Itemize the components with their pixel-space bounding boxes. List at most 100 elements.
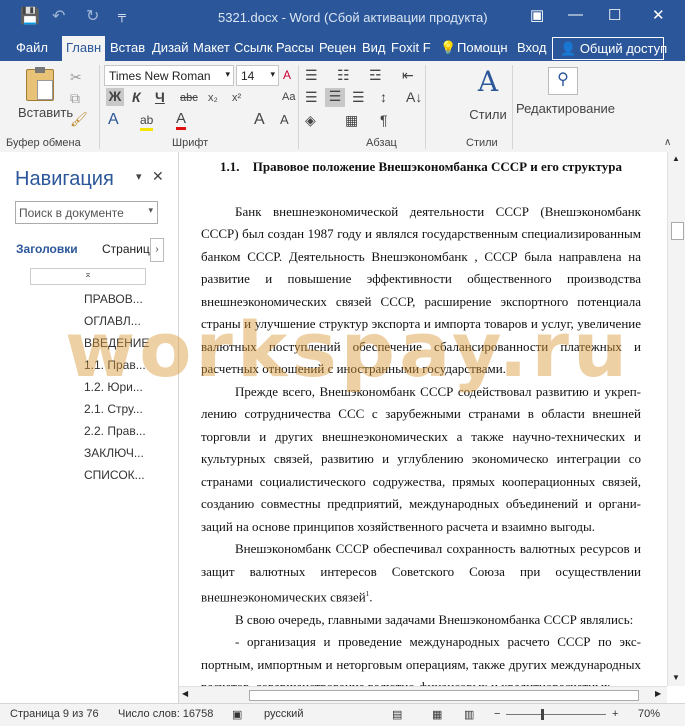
- scroll-right-icon[interactable]: ▶: [655, 689, 661, 698]
- tab-home[interactable]: Главн: [62, 36, 106, 61]
- nav-heading-item[interactable]: 1.2. Юри...: [84, 380, 143, 394]
- close-pane-icon[interactable]: ✕: [152, 168, 164, 184]
- read-mode-icon[interactable]: ▤: [392, 708, 402, 721]
- align-right-icon[interactable]: ☰: [352, 89, 365, 105]
- tab-design[interactable]: Дизай: [152, 40, 189, 55]
- cut-icon[interactable]: ✂: [70, 69, 82, 85]
- tab-file[interactable]: Файл: [16, 40, 48, 55]
- pilcrow-icon[interactable]: ¶: [380, 112, 388, 128]
- font-color-button[interactable]: A: [176, 111, 187, 130]
- scroll-up-icon[interactable]: ▲: [672, 154, 680, 163]
- h-scroll-thumb[interactable]: [249, 690, 639, 701]
- decrease-indent-icon[interactable]: ⇤: [402, 67, 414, 83]
- print-layout-icon[interactable]: ▦: [432, 708, 442, 721]
- justify-icon[interactable]: ☰: [325, 88, 345, 107]
- strikethrough-button[interactable]: abc: [180, 90, 198, 106]
- sign-in-link[interactable]: Вход: [517, 40, 546, 55]
- scroll-left-icon[interactable]: ◀: [182, 689, 188, 698]
- paragraph: Банк внешнеэкономической деятельности СС…: [201, 203, 641, 377]
- zoom-out-button[interactable]: −: [494, 708, 500, 720]
- tab-pages[interactable]: Страниц: [102, 242, 150, 256]
- nav-heading-item[interactable]: ПРАВОВ...: [84, 292, 143, 306]
- tab-insert[interactable]: Встав: [110, 40, 145, 55]
- nav-top-bar[interactable]: ⌅: [30, 268, 146, 285]
- clear-formatting-button[interactable]: A: [283, 67, 291, 83]
- scroll-thumb[interactable]: [671, 222, 684, 240]
- tab-foxit[interactable]: Foxit F: [391, 40, 431, 55]
- tell-me-button[interactable]: Помощн: [457, 40, 508, 55]
- save-icon[interactable]: 💾: [20, 6, 40, 26]
- heading-text: Правовое положение Внешэкономбанка СССР …: [252, 159, 622, 174]
- page-counter[interactable]: Страница 9 из 76: [10, 708, 99, 720]
- web-layout-icon[interactable]: ▥: [464, 708, 474, 721]
- nav-heading-item[interactable]: ЗАКЛЮЧ...: [84, 446, 144, 460]
- collapse-ribbon-icon[interactable]: ∧: [664, 135, 671, 151]
- shading-icon[interactable]: ◈: [305, 112, 316, 128]
- nav-heading-item[interactable]: ВВЕДЕНИЕ: [84, 336, 149, 350]
- paragraph: Внешэкономбанк СССР обеспечивал сохранно…: [201, 538, 641, 609]
- pane-options-icon[interactable]: ▾: [136, 169, 142, 185]
- paste-button[interactable]: Вставить: [18, 67, 73, 131]
- sort-icon[interactable]: A↓: [406, 89, 422, 105]
- close-icon[interactable]: ✕: [652, 6, 665, 24]
- share-button[interactable]: 👤 Общий доступ: [552, 37, 667, 60]
- highlight-button[interactable]: ab: [140, 112, 154, 131]
- undo-icon[interactable]: ↶: [52, 6, 65, 26]
- zoom-slider-thumb[interactable]: [541, 709, 544, 720]
- minimize-icon[interactable]: —: [568, 6, 583, 23]
- underline-button[interactable]: Ч: [155, 89, 165, 105]
- text-effects-button[interactable]: A: [108, 112, 119, 128]
- shrink-font-button[interactable]: A: [280, 112, 289, 128]
- vertical-scrollbar[interactable]: ▲ ▼: [667, 152, 685, 686]
- tab-references[interactable]: Ссылк: [234, 40, 273, 55]
- grow-font-button[interactable]: A: [254, 112, 265, 128]
- maximize-icon[interactable]: ☐: [608, 6, 621, 24]
- multilevel-list-icon[interactable]: ☲: [369, 67, 382, 83]
- nav-heading-item[interactable]: ОГЛАВЛ...: [84, 314, 141, 328]
- document-page[interactable]: 1.1. Правовое положение Внешэкономбанка …: [201, 152, 641, 686]
- zoom-in-button[interactable]: +: [612, 708, 618, 720]
- font-size-select[interactable]: 14 ▾: [236, 65, 279, 86]
- proofing-icon[interactable]: ▣: [232, 708, 242, 721]
- copy-icon[interactable]: ⧉: [70, 90, 80, 106]
- tab-mailings[interactable]: Рассы: [276, 40, 314, 55]
- italic-button[interactable]: К: [132, 89, 141, 105]
- change-case-button[interactable]: Aa: [282, 89, 295, 105]
- separator: [298, 65, 299, 149]
- nav-heading-item[interactable]: 2.2. Прав...: [84, 424, 146, 438]
- bullets-icon[interactable]: ☰: [305, 67, 318, 83]
- tab-headings[interactable]: Заголовки: [16, 242, 78, 256]
- align-left-icon[interactable]: ☰: [305, 89, 318, 105]
- paragraph: - организация и проведение международных…: [201, 634, 641, 686]
- redo-icon[interactable]: ↻: [86, 6, 99, 26]
- numbering-icon[interactable]: ☷: [337, 67, 350, 83]
- scroll-down-icon[interactable]: ▼: [672, 673, 680, 682]
- superscript-button[interactable]: x²: [232, 90, 241, 106]
- font-name-select[interactable]: Times New Roman ▾: [104, 65, 234, 86]
- tab-view[interactable]: Вид: [362, 40, 386, 55]
- chevron-right-icon[interactable]: ›: [150, 238, 164, 262]
- styles-button[interactable]: A Стили: [466, 65, 510, 125]
- line-spacing-icon[interactable]: ↕: [380, 89, 387, 105]
- nav-heading-item[interactable]: СПИСОК...: [84, 468, 145, 482]
- zoom-level[interactable]: 70%: [638, 708, 660, 720]
- bold-button[interactable]: Ж: [106, 88, 124, 106]
- zoom-slider-track[interactable]: [506, 714, 606, 715]
- nav-heading-item[interactable]: 1.1. Прав...: [84, 358, 146, 372]
- document-area[interactable]: 1.1. Правовое положение Внешэкономбанка …: [179, 152, 667, 686]
- language-indicator[interactable]: русский: [264, 708, 303, 720]
- ribbon-display-icon[interactable]: ▣: [530, 6, 544, 24]
- horizontal-scrollbar[interactable]: ◀ ▶: [179, 686, 667, 704]
- title-bar: 💾 ↶ ↻ ╤ 5321.docx - Word (Сбой активации…: [0, 0, 685, 36]
- nav-heading-item[interactable]: 2.1. Стру...: [84, 402, 143, 416]
- nav-search-input[interactable]: Поиск в документе ▾: [15, 201, 158, 224]
- tab-review[interactable]: Рецен: [319, 40, 356, 55]
- editing-button[interactable]: ⚲ Редактирование: [516, 65, 615, 125]
- subscript-button[interactable]: x₂: [208, 90, 218, 106]
- format-painter-icon[interactable]: 🖌: [70, 111, 88, 127]
- borders-icon[interactable]: ▦: [345, 112, 358, 128]
- word-count[interactable]: Число слов: 16758: [118, 708, 213, 720]
- customize-toolbar-icon[interactable]: ╤: [118, 10, 126, 22]
- tab-layout[interactable]: Макет: [193, 40, 230, 55]
- window-title: 5321.docx - Word (Сбой активации продукт…: [218, 10, 488, 25]
